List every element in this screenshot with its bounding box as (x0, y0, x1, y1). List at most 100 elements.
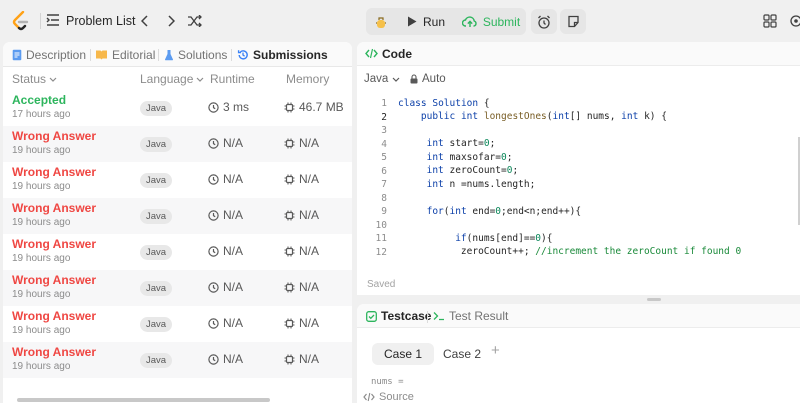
language-badge: Java (140, 101, 173, 116)
tab-editorial-label: Editorial (112, 47, 156, 62)
top-bar: Problem List Run Submit (0, 0, 800, 42)
memory-value: N/A (284, 208, 319, 222)
leetcode-logo-icon[interactable] (11, 11, 31, 31)
submission-status[interactable]: Wrong Answer (12, 273, 96, 287)
note-icon (567, 15, 579, 28)
memory-value: N/A (284, 352, 319, 366)
code-line: int start=0; (426, 138, 496, 149)
book-icon (96, 50, 107, 60)
language-selector[interactable]: Java (364, 73, 400, 85)
memory-text: N/A (299, 280, 320, 294)
submission-row[interactable]: Wrong Answer 19 hours ago Java N/A N/A (3, 198, 352, 234)
tab-submissions[interactable]: Submissions (237, 42, 328, 67)
document-icon (12, 49, 22, 60)
submission-status[interactable]: Wrong Answer (12, 201, 96, 215)
language-badge: Java (140, 317, 173, 332)
line-number: 5 (381, 152, 387, 163)
language-badge: Java (140, 353, 173, 368)
problem-list-button[interactable]: Problem List (46, 11, 135, 31)
left-tabs: Description Editorial Solutions Submissi… (3, 42, 352, 67)
submission-row[interactable]: Accepted 17 hours ago Java 3 ms 46.7 MB (3, 90, 352, 126)
line-number: 8 (381, 192, 387, 204)
submission-time: 19 hours ago (12, 181, 71, 192)
notes-button[interactable] (560, 9, 586, 34)
status-column-header: Status (12, 72, 47, 86)
submission-status[interactable]: Wrong Answer (12, 165, 96, 179)
runtime-value: N/A (208, 316, 243, 330)
layout-button[interactable] (761, 8, 779, 34)
tab-editorial[interactable]: Editorial (95, 42, 155, 67)
line-number: 1 (381, 98, 387, 109)
auto-mode-toggle[interactable]: Auto (410, 73, 446, 85)
memory-value: N/A (284, 280, 319, 294)
settings-button[interactable] (789, 8, 800, 34)
code-line: if(nums[end]==0){ (455, 233, 553, 244)
code-line: int n =nums.length; (426, 179, 536, 190)
memory-chip-icon (284, 246, 295, 256)
horizontal-scrollbar[interactable] (17, 398, 270, 402)
clock-icon (208, 353, 219, 365)
checkbox-icon (366, 310, 377, 322)
memory-text: N/A (299, 136, 320, 150)
memory-value: N/A (284, 244, 319, 258)
tab-description-label: Description (26, 47, 87, 62)
runtime-text: N/A (223, 172, 244, 186)
clock-icon (208, 317, 219, 329)
random-problem-button[interactable] (186, 8, 202, 34)
next-problem-button[interactable] (164, 8, 178, 34)
submission-status[interactable]: Accepted (12, 93, 66, 107)
source-toggle[interactable]: Source (363, 391, 414, 403)
memory-value: N/A (284, 172, 319, 186)
memory-text: N/A (299, 244, 320, 258)
memory-chip-icon (284, 138, 295, 148)
terminal-icon (433, 312, 444, 321)
tab-description[interactable]: Description (12, 42, 86, 67)
tab-solutions[interactable]: Solutions (164, 42, 227, 67)
history-icon (237, 49, 248, 60)
tab-submissions-label: Submissions (253, 47, 328, 62)
add-case-icon[interactable]: + (491, 342, 500, 359)
language-filter[interactable]: Language (140, 68, 204, 90)
case-1-tab[interactable]: Case 1 (372, 343, 435, 365)
memory-text: N/A (299, 316, 320, 330)
submission-status[interactable]: Wrong Answer (12, 237, 96, 251)
problem-list-label: Problem List (66, 14, 136, 28)
panel-resize-handle[interactable] (647, 298, 661, 301)
bug-icon (376, 16, 386, 28)
runtime-column-label: Runtime (210, 72, 255, 86)
tab-divider (90, 49, 91, 61)
debug-button[interactable] (368, 9, 394, 34)
submit-label: Submit (482, 14, 521, 29)
memory-chip-icon (284, 210, 295, 220)
tab-divider (427, 311, 428, 323)
submission-row[interactable]: Wrong Answer 19 hours ago Java N/A N/A (3, 342, 352, 378)
nums-input-label: nums = (371, 377, 404, 387)
status-filter[interactable]: Status (12, 68, 57, 90)
submission-status[interactable]: Wrong Answer (12, 129, 96, 143)
saved-status: Saved (367, 279, 396, 290)
submission-row[interactable]: Wrong Answer 19 hours ago Java N/A N/A (3, 126, 352, 162)
submission-status[interactable]: Wrong Answer (12, 309, 96, 323)
code-line: public int longestOnes(int[] nums, int k… (420, 111, 667, 122)
clock-icon (208, 173, 219, 185)
submission-row[interactable]: Wrong Answer 19 hours ago Java N/A N/A (3, 162, 352, 198)
run-button[interactable]: Run (398, 9, 454, 34)
timer-button[interactable] (531, 9, 557, 34)
runtime-text: N/A (223, 208, 244, 222)
tab-testcase[interactable]: Testcase (366, 304, 431, 328)
alarm-clock-icon (538, 15, 550, 29)
submission-row[interactable]: Wrong Answer 19 hours ago Java N/A N/A (3, 234, 352, 270)
submission-row[interactable]: Wrong Answer 19 hours ago Java N/A N/A (3, 306, 352, 342)
prev-problem-button[interactable] (138, 8, 152, 34)
language-badge: Java (140, 245, 173, 260)
language-badge: Java (140, 173, 173, 188)
case-2-tab[interactable]: Case 2 (431, 343, 493, 365)
submission-row[interactable]: Wrong Answer 19 hours ago Java N/A N/A (3, 270, 352, 306)
submit-button[interactable]: Submit (456, 9, 526, 34)
tab-test-result[interactable]: Test Result (433, 304, 508, 328)
submission-status[interactable]: Wrong Answer (12, 345, 96, 359)
runtime-value: N/A (208, 208, 243, 222)
language-badge: Java (140, 281, 173, 296)
runtime-text: N/A (223, 136, 244, 150)
runtime-value: N/A (208, 352, 243, 366)
